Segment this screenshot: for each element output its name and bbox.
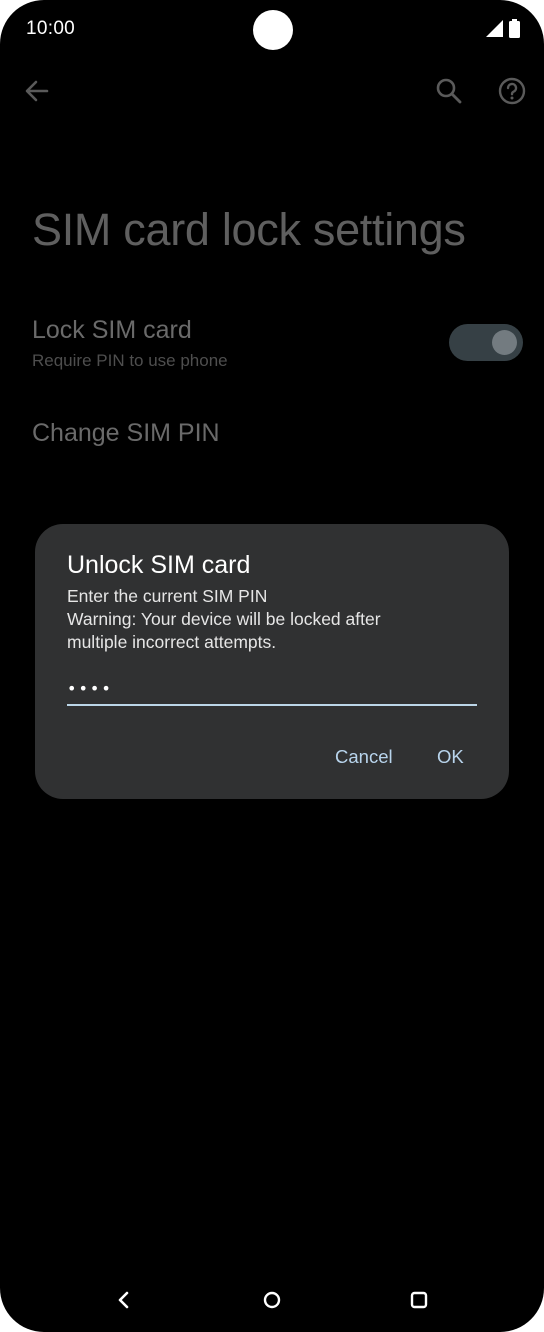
nav-home-icon[interactable] — [260, 1288, 284, 1312]
camera-cutout — [253, 10, 293, 50]
unlock-sim-dialog: Unlock SIM card Enter the current SIM PI… — [35, 524, 509, 799]
status-icons — [486, 19, 520, 43]
change-sim-pin-title: Change SIM PIN — [32, 419, 220, 447]
dialog-message-line: Warning: Your device will be locked afte… — [67, 609, 381, 629]
help-icon[interactable] — [497, 76, 527, 106]
dialog-title: Unlock SIM card — [67, 551, 251, 579]
dialog-message-line: Enter the current SIM PIN — [67, 586, 268, 606]
status-time: 10:00 — [26, 18, 76, 39]
lock-sim-card-title: Lock SIM card — [32, 316, 192, 344]
signal-icon — [486, 20, 503, 42]
lock-sim-card-toggle[interactable] — [449, 324, 523, 361]
sim-pin-input[interactable] — [67, 672, 477, 706]
dialog-message-line: multiple incorrect attempts. — [67, 632, 277, 652]
lock-sim-card-summary: Require PIN to use phone — [32, 351, 228, 370]
cancel-button[interactable]: Cancel — [335, 746, 393, 768]
search-icon[interactable] — [434, 76, 464, 106]
nav-back-icon[interactable] — [112, 1288, 136, 1312]
nav-recents-icon[interactable] — [407, 1288, 431, 1312]
arrow-back-icon[interactable] — [22, 76, 52, 106]
change-sim-pin-row[interactable]: Change SIM PIN — [0, 405, 544, 465]
dialog-message: Enter the current SIM PIN Warning: Your … — [67, 585, 487, 654]
battery-icon — [509, 19, 520, 43]
page-title: SIM card lock settings — [32, 204, 466, 255]
ok-button[interactable]: OK — [437, 746, 464, 768]
phone-screen: 10:00 SIM card lock settings Lock SIM ca… — [0, 0, 544, 1332]
toggle-thumb — [492, 330, 517, 355]
